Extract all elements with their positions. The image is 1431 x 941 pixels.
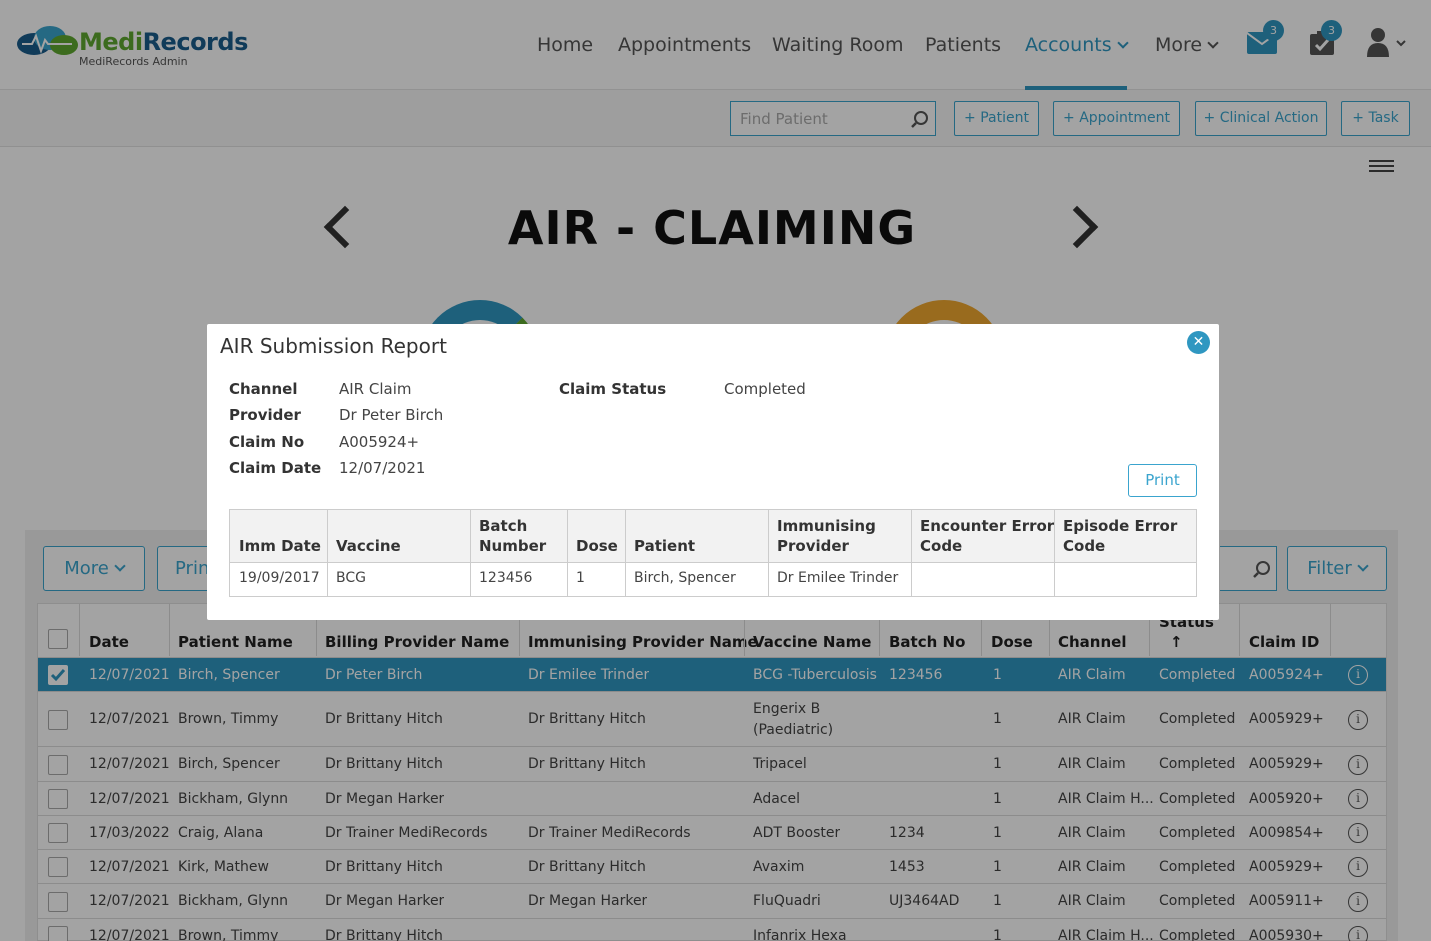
- air-submission-report-modal: AIR Submission Report ✕ Channel AIR Clai…: [207, 324, 1219, 620]
- provider-label: Provider: [229, 406, 301, 424]
- col-encounter-error-code-line2: Code: [920, 537, 963, 555]
- provider-value: Dr Peter Birch: [339, 406, 444, 424]
- row-dose: 1: [576, 570, 585, 586]
- col-immunising-provider-line1: Immunising: [777, 517, 876, 535]
- claim-no-value: A005924+: [339, 433, 420, 451]
- col-episode-error-code: Episode Error Code: [1063, 516, 1177, 556]
- row-batch-number: 123456: [479, 570, 533, 586]
- col-episode-error-code-line2: Code: [1063, 537, 1106, 555]
- col-batch-number-line2: Number: [479, 537, 547, 555]
- col-batch-number: Batch Number: [479, 516, 546, 556]
- col-dose: Dose: [576, 537, 618, 555]
- print-button[interactable]: Print: [1128, 464, 1197, 497]
- claim-date-label: Claim Date: [229, 459, 322, 477]
- col-patient: Patient: [634, 537, 696, 555]
- col-batch-number-line1: Batch: [479, 517, 528, 535]
- col-episode-error-code-line1: Episode Error: [1063, 517, 1178, 535]
- col-encounter-error-code: Encounter Error Code: [920, 516, 1054, 556]
- col-vaccine: Vaccine: [336, 537, 401, 555]
- channel-value: AIR Claim: [339, 380, 412, 398]
- submission-table-header: Imm Date Vaccine Batch Number Dose Patien…: [230, 510, 1196, 563]
- claim-date-value: 12/07/2021: [339, 459, 426, 477]
- row-patient: Birch, Spencer: [634, 570, 736, 586]
- close-icon[interactable]: ✕: [1187, 331, 1210, 354]
- col-immunising-provider: Immunising Provider: [777, 516, 876, 556]
- claim-status-label: Claim Status: [559, 380, 667, 398]
- row-vaccine: BCG: [336, 570, 366, 586]
- channel-label: Channel: [229, 380, 298, 398]
- col-imm-date: Imm Date: [239, 537, 321, 555]
- submission-detail-table: Imm Date Vaccine Batch Number Dose Patien…: [229, 509, 1197, 597]
- row-imm-date: 19/09/2017: [239, 570, 320, 586]
- col-immunising-provider-line2: Provider: [777, 537, 849, 555]
- claim-status-value: Completed: [724, 380, 806, 398]
- modal-title: AIR Submission Report: [220, 334, 447, 358]
- row-immunising-provider: Dr Emilee Trinder: [777, 570, 899, 586]
- col-encounter-error-code-line1: Encounter Error: [920, 517, 1055, 535]
- claim-no-label: Claim No: [229, 433, 305, 451]
